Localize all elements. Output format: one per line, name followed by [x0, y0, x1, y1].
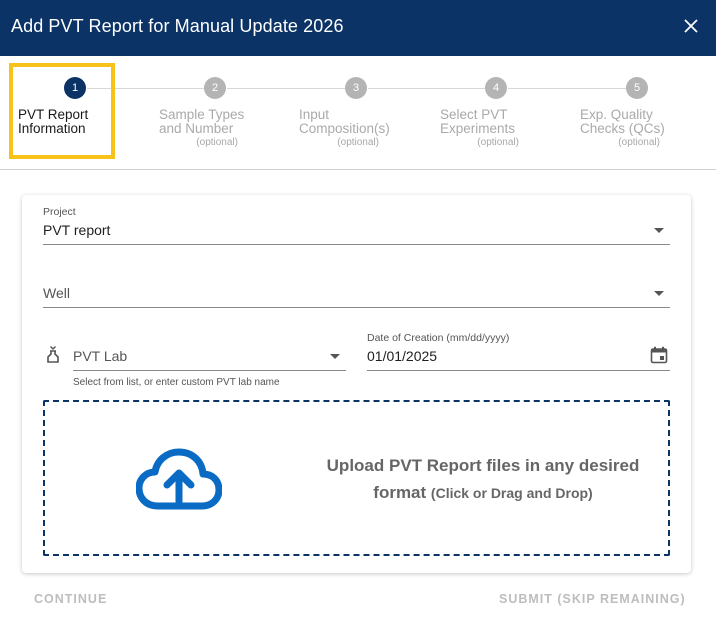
chevron-down-icon[interactable] — [330, 354, 340, 359]
chevron-down-icon[interactable] — [654, 291, 664, 296]
step-2-label-line1: Sample Types — [159, 107, 245, 122]
step-connector — [227, 88, 345, 89]
step-5-label-line1: Exp. Quality — [580, 107, 653, 122]
step-5-circle[interactable]: 5 — [626, 77, 648, 99]
step-4-circle[interactable]: 4 — [485, 77, 507, 99]
project-underline — [43, 244, 670, 245]
step-4-label[interactable]: Select PVT Experiments — [440, 108, 515, 136]
dialog-header: Add PVT Report for Manual Update 2026 — [0, 0, 716, 56]
pvt-lab-placeholder[interactable]: PVT Lab — [73, 348, 127, 364]
date-value[interactable]: 01/01/2025 — [367, 348, 437, 364]
pvt-lab-helper: Select from list, or enter custom PVT la… — [73, 377, 280, 388]
date-underline — [367, 370, 670, 371]
step-3-optional: (optional) — [337, 137, 379, 148]
upload-format-text: format — [373, 483, 427, 502]
step-2-label-line2: and Number — [159, 121, 234, 136]
project-value[interactable]: PVT report — [43, 222, 110, 238]
cloud-upload-icon — [136, 448, 222, 510]
well-underline — [43, 307, 670, 308]
step-3-circle[interactable]: 3 — [345, 77, 367, 99]
dialog-title: Add PVT Report for Manual Update 2026 — [11, 16, 344, 36]
submit-skip-remaining-button[interactable]: SUBMIT (SKIP REMAINING) — [499, 592, 686, 606]
form-card: Project PVT report Well PVT Lab Select f… — [22, 195, 691, 573]
step-3-label-line1: Input — [299, 107, 330, 122]
step-3-label[interactable]: Input Composition(s) — [299, 108, 390, 136]
close-icon[interactable] — [681, 16, 701, 36]
step-3-label-line2: Composition(s) — [299, 121, 390, 136]
step-5-optional: (optional) — [618, 137, 660, 148]
upload-instructions: Upload PVT Report files in any desired f… — [313, 452, 653, 507]
upload-hint-text: (Click or Drag and Drop) — [430, 485, 593, 501]
step-4-label-line2: Experiments — [440, 121, 516, 136]
step-2-label[interactable]: Sample Types and Number — [159, 108, 244, 136]
step-2-optional: (optional) — [196, 137, 238, 148]
calendar-icon[interactable] — [650, 346, 668, 364]
upload-text-line1: Upload PVT Report files in any desired — [326, 456, 640, 475]
highlight-box — [9, 63, 115, 159]
well-placeholder[interactable]: Well — [43, 285, 70, 301]
upload-dropzone[interactable]: Upload PVT Report files in any desired f… — [43, 400, 670, 556]
stepper: 1 PVT Report Information 2 Sample Types … — [0, 56, 716, 170]
step-4-label-line1: Select PVT — [440, 107, 508, 122]
project-label: Project — [43, 206, 76, 218]
step-5-label[interactable]: Exp. Quality Checks (QCs) — [580, 108, 665, 136]
date-label: Date of Creation (mm/dd/yyyy) — [367, 332, 510, 344]
continue-button[interactable]: CONTINUE — [34, 592, 107, 606]
chevron-down-icon[interactable] — [654, 228, 664, 233]
step-4-optional: (optional) — [477, 137, 519, 148]
upload-text-line2: format (Click or Drag and Drop) — [313, 479, 653, 507]
step-connector — [508, 88, 626, 89]
flask-icon — [47, 346, 59, 363]
step-connector — [368, 88, 485, 89]
pvt-lab-underline — [73, 370, 346, 371]
step-2-circle[interactable]: 2 — [204, 77, 226, 99]
step-5-label-line2: Checks (QCs) — [580, 121, 665, 136]
